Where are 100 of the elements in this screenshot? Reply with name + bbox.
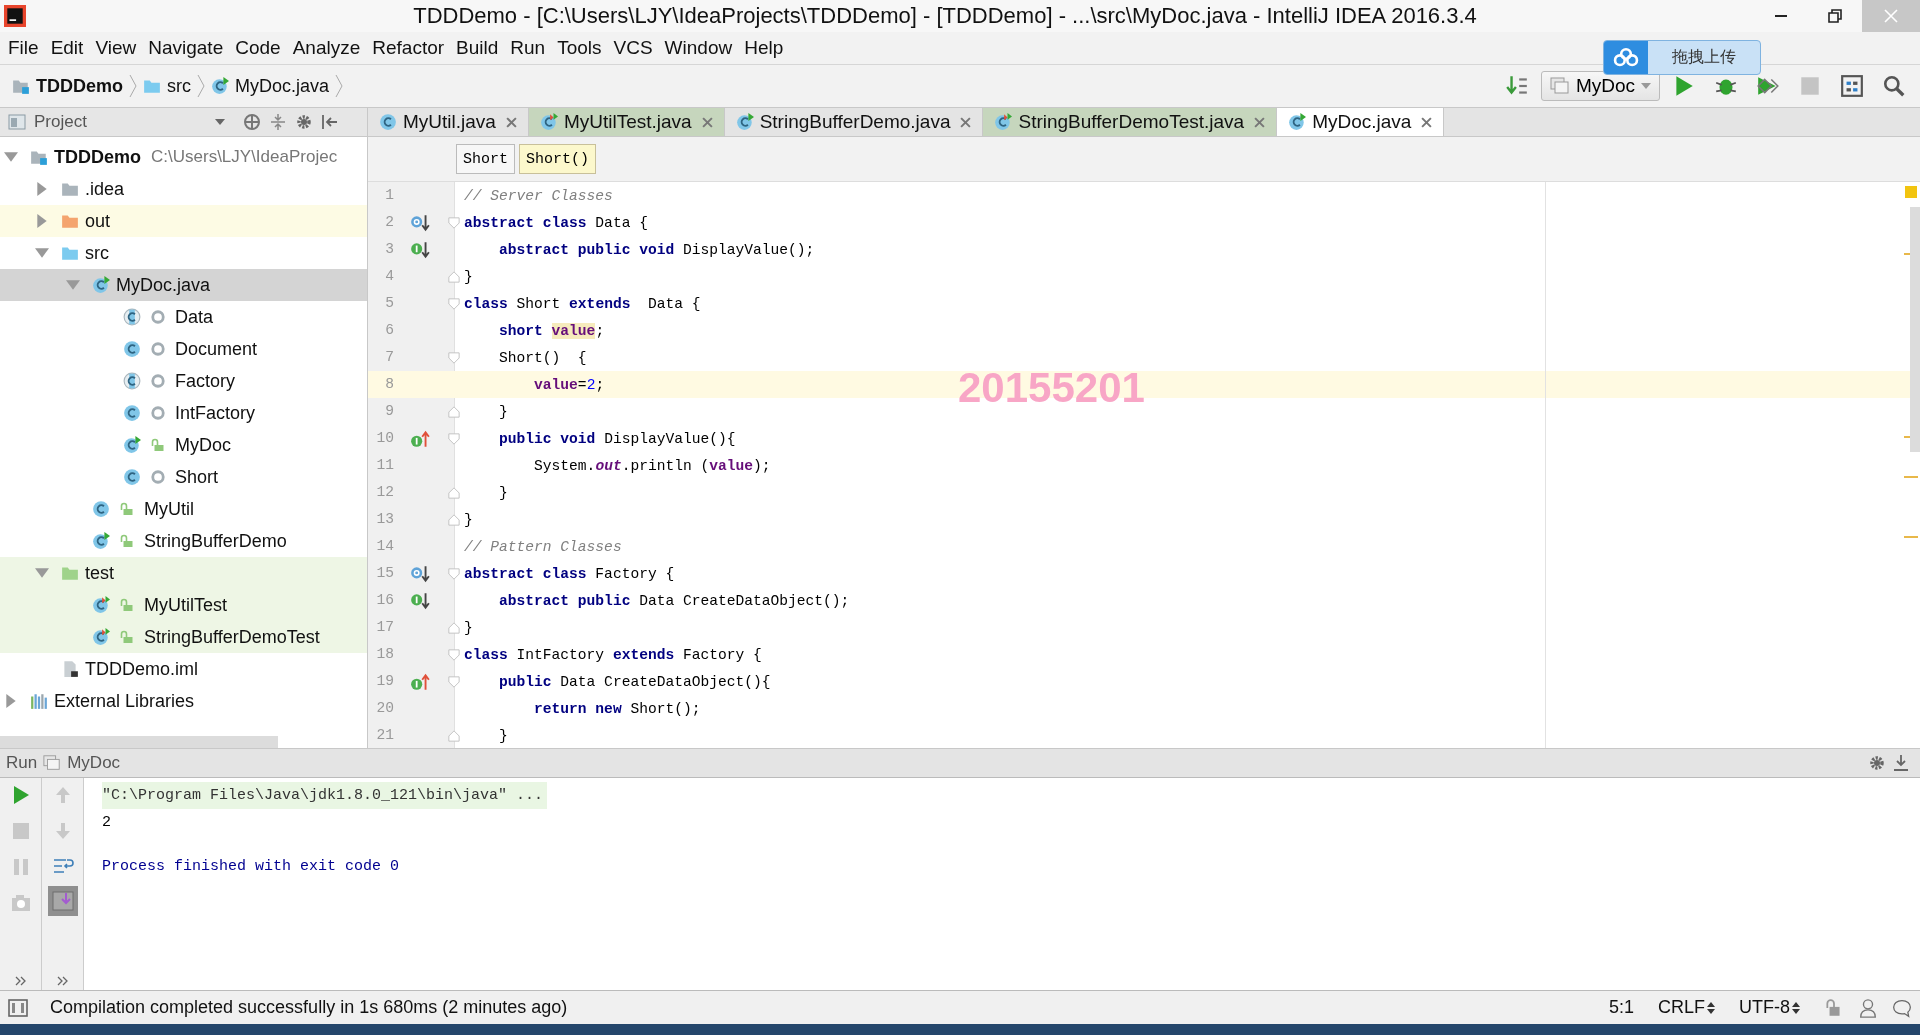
expand-arrow-icon[interactable] [66, 278, 80, 292]
stop-icon[interactable] [1798, 74, 1822, 98]
tree-item[interactable]: test [0, 557, 367, 589]
gutter-marker-icon[interactable] [410, 591, 430, 610]
menu-item[interactable]: VCS [607, 37, 659, 59]
fold-marker-icon[interactable] [448, 404, 460, 419]
tree-item[interactable]: .idea [0, 173, 367, 205]
expand-arrow-icon[interactable] [35, 246, 49, 260]
fold-marker-icon[interactable] [448, 215, 460, 230]
editor-tab[interactable]: MyDoc.java [1277, 108, 1445, 136]
tree-item[interactable]: MyUtilTest [0, 589, 367, 621]
tree-item[interactable]: Data [0, 301, 367, 333]
menu-item[interactable]: Code [229, 37, 287, 59]
tree-item[interactable]: StringBufferDemoTest [0, 621, 367, 653]
scroll-to-end-icon[interactable] [47, 886, 78, 916]
fold-marker-icon[interactable] [448, 512, 460, 527]
download-icon[interactable] [1892, 754, 1910, 772]
gear-icon[interactable] [294, 113, 313, 131]
tree-item[interactable]: Document [0, 333, 367, 365]
encoding-selector[interactable]: UTF-8 [1739, 997, 1800, 1018]
breadcrumb[interactable]: TDDDemo [12, 75, 123, 97]
fold-marker-icon[interactable] [448, 350, 460, 365]
editor-tab[interactable]: MyUtilTest.java [528, 108, 725, 136]
close-icon[interactable] [1421, 116, 1433, 128]
coverage-icon[interactable] [1756, 74, 1780, 98]
fold-marker-icon[interactable] [448, 296, 460, 311]
fold-marker-icon[interactable] [448, 269, 460, 284]
gutter-marker-icon[interactable] [410, 564, 430, 583]
expand-arrow-icon[interactable] [4, 150, 18, 164]
tree-item[interactable]: External Libraries [0, 685, 367, 717]
scrollbar-thumb[interactable] [1910, 207, 1920, 452]
structure-breadcrumb[interactable]: Short [456, 144, 515, 174]
structure-breadcrumb[interactable]: Short() [519, 144, 597, 174]
scrollbar-thumb[interactable] [0, 736, 278, 748]
collapse-icon[interactable] [268, 113, 287, 131]
notification-icon[interactable] [1892, 997, 1912, 1018]
person-icon[interactable] [1858, 997, 1878, 1018]
panel-title[interactable]: Run [6, 753, 38, 773]
tree-item[interactable]: Short [0, 461, 367, 493]
tree-item[interactable]: MyDoc [0, 429, 367, 461]
editor-tab[interactable]: StringBufferDemo.java [724, 108, 984, 136]
menu-item[interactable]: File [2, 37, 45, 59]
tree-item[interactable]: out [0, 205, 367, 237]
close-icon[interactable] [505, 116, 517, 128]
caret-position[interactable]: 5:1 [1608, 997, 1634, 1018]
tree-item[interactable]: MyDoc.java [0, 269, 367, 301]
hide-panel-icon[interactable] [320, 113, 339, 131]
search-icon[interactable] [1882, 74, 1906, 98]
locate-icon[interactable] [242, 113, 261, 131]
tree-item[interactable]: src [0, 237, 367, 269]
close-icon[interactable] [1254, 116, 1266, 128]
tree-item[interactable]: StringBufferDemo [0, 525, 367, 557]
editor-tab[interactable]: StringBufferDemoTest.java [983, 108, 1278, 136]
upload-button[interactable]: 拖拽上传 [1648, 41, 1760, 74]
breadcrumb[interactable]: src [143, 75, 191, 97]
fold-marker-icon[interactable] [448, 728, 460, 743]
menu-item[interactable]: Navigate [142, 37, 230, 59]
expand-arrow-icon[interactable] [35, 182, 49, 196]
menu-item[interactable]: Help [738, 37, 790, 59]
expand-arrow-icon[interactable] [35, 214, 49, 228]
fold-marker-icon[interactable] [448, 485, 460, 500]
editor-tab[interactable]: MyUtil.java [368, 108, 529, 136]
caret-icon[interactable] [214, 119, 225, 125]
fold-marker-icon[interactable] [448, 431, 460, 446]
double-chevron-icon[interactable] [14, 976, 27, 986]
tree-item[interactable]: Factory [0, 365, 367, 397]
tool-windows-icon[interactable] [8, 997, 28, 1018]
double-chevron-icon[interactable] [56, 976, 69, 986]
fold-marker-icon[interactable] [448, 647, 460, 662]
breadcrumb[interactable]: MyDoc.java [211, 75, 330, 97]
menu-item[interactable]: Tools [551, 37, 608, 59]
tree-item[interactable]: IntFactory [0, 397, 367, 429]
fold-marker-icon[interactable] [448, 620, 460, 635]
line-separator-selector[interactable]: CRLF [1658, 997, 1715, 1018]
expand-arrow-icon[interactable] [4, 694, 18, 708]
run-config-dropdown[interactable]: MyDoc [1540, 71, 1660, 101]
menu-item[interactable]: Build [450, 37, 505, 59]
camera-icon[interactable] [9, 892, 32, 914]
gutter-marker-icon[interactable] [410, 240, 430, 259]
menu-item[interactable]: View [89, 37, 143, 59]
menu-item[interactable]: Run [504, 37, 552, 59]
close-icon[interactable] [960, 116, 972, 128]
menu-item[interactable]: Analyze [286, 37, 367, 59]
fold-marker-icon[interactable] [448, 566, 460, 581]
gear-icon[interactable] [1868, 754, 1886, 772]
menu-item[interactable]: Edit [44, 37, 90, 59]
panel-title[interactable]: Project [34, 112, 87, 132]
gutter-marker-icon[interactable] [410, 672, 430, 691]
fold-marker-icon[interactable] [448, 674, 460, 689]
tree-item[interactable]: TDDDemo.iml [0, 653, 367, 685]
gutter-marker-icon[interactable] [410, 213, 430, 232]
project-structure-icon[interactable] [1840, 74, 1864, 98]
menu-item[interactable]: Refactor [366, 37, 451, 59]
tree-item[interactable]: TDDDemo C:\Users\LJY\IdeaProjec [0, 141, 367, 173]
run-tab[interactable]: MyDoc [67, 753, 121, 773]
menu-item[interactable]: Window [658, 37, 739, 59]
tree-item[interactable]: MyUtil [0, 493, 367, 525]
expand-arrow-icon[interactable] [35, 566, 49, 580]
close-icon[interactable] [701, 116, 713, 128]
gutter-marker-icon[interactable] [410, 429, 430, 448]
